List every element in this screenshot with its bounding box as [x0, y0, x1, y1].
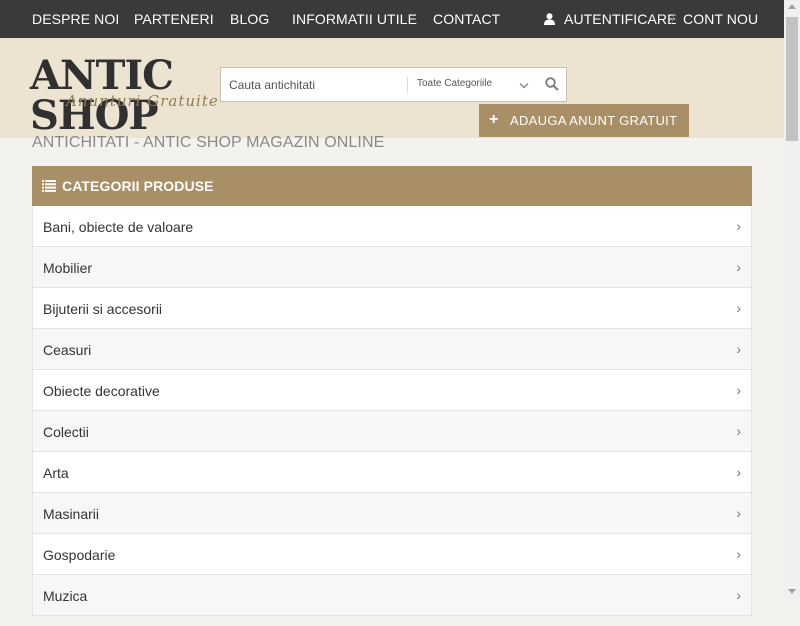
search-input[interactable]	[229, 76, 399, 94]
user-icon	[544, 13, 555, 25]
topnav-item-contact[interactable]: CONTACT	[433, 0, 500, 38]
topnav-link[interactable]: INFORMATII UTILE	[292, 11, 417, 27]
page-heading-text: ANTICHITATI - ANTIC SHOP MAGAZIN ONLINE	[32, 135, 385, 151]
logo-tagline: Anunturi Gratuite	[66, 92, 219, 110]
topnav-link[interactable]: CONTACT	[433, 11, 500, 27]
topnav-item-blog[interactable]: BLOG	[230, 0, 269, 38]
scrollbar-thumb[interactable]	[786, 17, 798, 141]
chevron-right-icon: ›	[736, 505, 741, 521]
chevron-right-icon: ›	[736, 382, 741, 398]
category-label: Mobilier	[43, 260, 93, 276]
category-label: Bani, obiecte de valoare	[43, 219, 194, 235]
topnav-item-parteneri[interactable]: PARTENERI	[134, 0, 214, 38]
category-label: Obiecte decorative	[43, 383, 160, 399]
category-item-colectii[interactable]: Colectii ›	[32, 411, 752, 452]
category-item-muzica[interactable]: Muzica ›	[32, 575, 752, 616]
page-scrollbar[interactable]	[784, 0, 800, 600]
register-link[interactable]: CONT NOU	[683, 0, 758, 38]
categories-title: CATEGORII PRODUSE	[62, 178, 214, 194]
topnav-link[interactable]: DESPRE NOI	[32, 11, 119, 27]
search-icon[interactable]	[544, 75, 560, 93]
chevron-right-icon: ›	[736, 259, 741, 275]
category-label: Bijuterii si accesorii	[43, 301, 163, 317]
topnav-link[interactable]: PARTENERI	[134, 11, 214, 27]
plus-icon: +	[489, 111, 499, 128]
category-label: Arta	[43, 465, 69, 481]
scroll-up-icon[interactable]	[788, 4, 796, 9]
chevron-right-icon: ›	[736, 546, 741, 562]
topnav-item-despre-noi[interactable]: DESPRE NOI	[32, 0, 119, 38]
chevron-right-icon: ›	[736, 464, 741, 480]
category-item-ceasuri[interactable]: Ceasuri ›	[32, 329, 752, 370]
category-item-gospodarie[interactable]: Gospodarie ›	[32, 534, 752, 575]
chevron-right-icon: ›	[736, 300, 741, 316]
categories-list: Bani, obiecte de valoare › Mobilier › Biju…	[32, 206, 752, 616]
topnav-item-informatii-utile[interactable]: INFORMATII UTILE	[292, 0, 417, 38]
top-navigation-bar: DESPRE NOI PARTENERI BLOG INFORMATII UTI…	[0, 0, 784, 38]
search-bar: Toate Categoriile	[220, 67, 567, 102]
chevron-down-icon[interactable]	[519, 82, 529, 90]
category-select[interactable]: Toate Categoriile	[417, 78, 492, 89]
chevron-right-icon: ›	[736, 587, 741, 603]
search-divider	[407, 77, 408, 93]
login-link[interactable]: AUTENTIFICARE	[544, 0, 677, 38]
categories-header: CATEGORII PRODUSE	[32, 166, 752, 206]
category-label: Masinarii	[43, 506, 100, 522]
category-item-masinarii[interactable]: Masinarii ›	[32, 493, 752, 534]
topnav-link[interactable]: BLOG	[230, 11, 269, 27]
register-label[interactable]: CONT NOU	[683, 11, 758, 27]
category-label: Muzica	[43, 588, 88, 604]
category-label: Colectii	[43, 424, 89, 440]
category-label: Ceasuri	[43, 342, 92, 358]
category-item-obiecte-decorative[interactable]: Obiecte decorative ›	[32, 370, 752, 411]
chevron-right-icon: ›	[736, 218, 741, 234]
chevron-right-icon: ›	[736, 341, 741, 357]
category-item-arta[interactable]: Arta ›	[32, 452, 752, 493]
nav-separator: /	[671, 11, 675, 27]
category-item-bijuterii[interactable]: Bijuterii si accesorii ›	[32, 288, 752, 329]
categories-panel: CATEGORII PRODUSE Bani, obiecte de valoa…	[32, 166, 752, 626]
add-listing-label: ADAUGA ANUNT GRATUIT	[510, 113, 678, 128]
chevron-right-icon: ›	[736, 423, 741, 439]
list-icon	[42, 180, 56, 192]
add-listing-button[interactable]: + ADAUGA ANUNT GRATUIT	[479, 104, 689, 137]
category-item-mobilier[interactable]: Mobilier ›	[32, 247, 752, 288]
page-heading: ANTICHITATI - ANTIC SHOP MAGAZIN ONLINE	[32, 135, 482, 152]
category-item-bani[interactable]: Bani, obiecte de valoare ›	[32, 206, 752, 247]
category-label: Gospodarie	[43, 547, 116, 563]
login-label[interactable]: AUTENTIFICARE	[564, 11, 677, 27]
scroll-down-icon[interactable]	[788, 589, 796, 594]
site-logo[interactable]: ANTIC SHOP Anunturi Gratuite	[30, 56, 235, 136]
